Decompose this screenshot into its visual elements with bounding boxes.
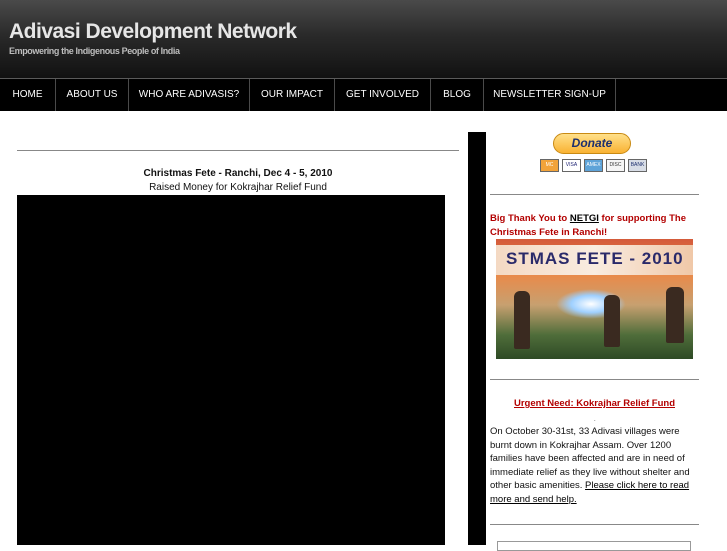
- bullet-mark: .: [594, 417, 596, 423]
- video-player[interactable]: [17, 195, 445, 545]
- sidebar-divider: [490, 379, 699, 380]
- nav-item-who-are-adivasis[interactable]: WHO ARE ADIVASIS?: [129, 79, 250, 111]
- urgent-need-link[interactable]: Urgent Need: Kokrajhar Relief Fund: [490, 398, 699, 409]
- nav-item-newsletter-sign-up[interactable]: NEWSLETTER SIGN-UP: [484, 79, 616, 111]
- sidebar-divider: [490, 194, 699, 195]
- performer-figure: [514, 291, 530, 349]
- main-nav: HOME ABOUT US WHO ARE ADIVASIS? OUR IMPA…: [0, 78, 727, 111]
- column-divider: [468, 132, 486, 545]
- site-header: Adivasi Development Network Empowering t…: [0, 0, 727, 78]
- discover-icon: DISC: [606, 159, 625, 172]
- netgi-link[interactable]: NETGI: [570, 213, 599, 224]
- photo-banner: STMAS FETE - 2010: [496, 245, 693, 275]
- thanks-prefix: Big Thank You to: [490, 213, 570, 224]
- fete-photo[interactable]: STMAS FETE - 2010: [496, 239, 693, 359]
- post-subtitle: Raised Money for Kokrajhar Relief Fund: [149, 182, 327, 193]
- payment-cards: MC VISA AMEX DISC BANK: [540, 159, 647, 173]
- bank-icon: BANK: [628, 159, 647, 172]
- kokrajhar-description: On October 30-31st, 33 Adivasi villages …: [490, 425, 695, 506]
- visa-icon: VISA: [562, 159, 581, 172]
- thanks-notice: Big Thank You to NETGI for supporting Th…: [490, 212, 700, 240]
- post-title: Christmas Fete - Ranchi, Dec 4 - 5, 2010: [143, 168, 333, 179]
- sidebar-input[interactable]: [497, 541, 691, 551]
- amex-icon: AMEX: [584, 159, 603, 172]
- content-divider: [17, 150, 459, 151]
- site-title[interactable]: Adivasi Development Network: [9, 20, 297, 44]
- performer-figure: [604, 295, 620, 347]
- donate-button[interactable]: Donate: [553, 133, 631, 154]
- performer-figure: [666, 287, 684, 343]
- nav-item-home[interactable]: HOME: [0, 79, 56, 111]
- nav-item-about-us[interactable]: ABOUT US: [56, 79, 129, 111]
- mastercard-icon: MC: [540, 159, 559, 172]
- photo-banner-text: STMAS FETE - 2010: [506, 249, 684, 268]
- nav-item-our-impact[interactable]: OUR IMPACT: [250, 79, 335, 111]
- nav-item-blog[interactable]: BLOG: [431, 79, 484, 111]
- nav-item-get-involved[interactable]: GET INVOLVED: [335, 79, 431, 111]
- sidebar-divider: [490, 524, 699, 525]
- site-tagline: Empowering the Indigenous People of Indi…: [9, 46, 180, 56]
